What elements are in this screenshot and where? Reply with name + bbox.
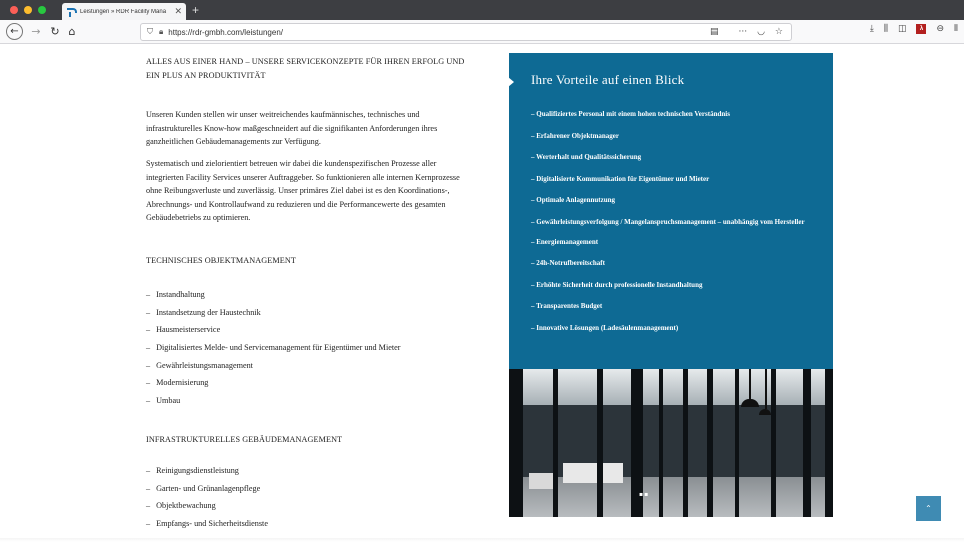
new-tab-button[interactable]: + bbox=[192, 3, 199, 17]
advantage-item: – Erhöhte Sicherheit durch professionell… bbox=[531, 280, 703, 289]
advantage-item: – Energiemanagement bbox=[531, 237, 599, 246]
page-content: ALLES AUS EINER HAND – UNSERE SERVICEKON… bbox=[0, 45, 964, 542]
intro-paragraph: Unseren Kunden stellen wir unser weitrei… bbox=[146, 110, 438, 146]
advantage-item: – Transparentes Budget bbox=[531, 302, 603, 310]
advantage-item: – Optimale Anlagennutzung bbox=[531, 196, 616, 204]
list-item: – Instandsetzung der Haustechnik bbox=[146, 307, 261, 317]
address-bar[interactable]: ⛉ 🔒︎ https://rdr-gmbh.com/leistungen/ ▤ … bbox=[140, 23, 792, 41]
list-item: – Reinigungsdienstleistung bbox=[146, 466, 239, 475]
sidebar-icon[interactable]: ◫ bbox=[898, 24, 907, 34]
chevron-up-icon: ⌃ bbox=[925, 504, 932, 513]
tab-close-icon[interactable]: ✕ bbox=[174, 6, 182, 17]
maximize-window-button[interactable] bbox=[38, 6, 46, 14]
office-hallway-image: ▪▪ bbox=[509, 369, 833, 517]
scroll-to-top-button[interactable]: ⌃ bbox=[916, 496, 941, 521]
tab-title: Leistungen » RDR Facility Mana bbox=[80, 8, 167, 15]
infrastructure-management-heading: INFRASTRUKTURELLES GEBÄUDEMANAGEMENT bbox=[146, 435, 343, 444]
advantages-list: – Qualifiziertes Personal mit einem hohe… bbox=[531, 109, 821, 344]
library-icon[interactable]: ⫼ bbox=[884, 24, 888, 34]
advantage-item: – Digitalisierte Kommunikation für Eigen… bbox=[531, 174, 710, 183]
advantages-title: Ihre Vorteile auf einen Blick bbox=[531, 72, 685, 87]
list-item: – Objektbewachung bbox=[146, 501, 216, 511]
list-item: – Gewährleistungsmanagement bbox=[146, 360, 253, 370]
advantage-item: – Erfahrener Objektmanager bbox=[531, 131, 620, 140]
url-text[interactable]: https://rdr-gmbh.com/leistungen/ bbox=[168, 28, 710, 37]
list-item: – Hausmeisterservice bbox=[146, 325, 221, 335]
list-item: – Digitalisiertes Melde- und Servicemanag… bbox=[146, 343, 401, 353]
download-icon[interactable]: ⤓ bbox=[870, 24, 874, 34]
bookmark-star-icon[interactable]: ☆ bbox=[775, 27, 783, 37]
advantage-item: – Gewährleistungsverfolgung / Mangelansp… bbox=[531, 217, 805, 226]
arrow-marker-icon bbox=[508, 77, 514, 87]
shield-icon[interactable]: ⛉ bbox=[147, 27, 153, 37]
advantage-item: – Werterhalt und Qualitätssicherung bbox=[531, 153, 642, 161]
lock-icon[interactable]: 🔒︎ bbox=[159, 27, 163, 37]
forward-icon[interactable]: → bbox=[30, 23, 42, 40]
advantage-item: – 24h-Notrufbereitschaft bbox=[531, 259, 605, 267]
extensions-icon[interactable]: ⦀ bbox=[954, 24, 958, 34]
reload-icon[interactable]: ↻ bbox=[49, 23, 61, 40]
browser-tab-bar: Leistungen » RDR Facility Mana ✕ + bbox=[0, 0, 964, 20]
intro-heading: ALLES AUS EINER HAND – UNSERE SERVICEKON… bbox=[146, 57, 465, 80]
minimize-window-button[interactable] bbox=[24, 6, 32, 14]
technical-management-heading: TECHNISCHES OBJEKTMANAGEMENT bbox=[146, 256, 296, 265]
list-item: – Garten- und Grünanlagenpflege bbox=[146, 483, 261, 493]
advantage-item: – Innovative Lösungen (Ladesäulenmanagem… bbox=[531, 323, 679, 332]
page-actions-icon[interactable]: ··· bbox=[738, 27, 747, 37]
browser-nav-bar: ← → ↻ ⌂ ⛉ 🔒︎ https://rdr-gmbh.com/leistu… bbox=[0, 20, 964, 44]
browser-tab[interactable]: Leistungen » RDR Facility Mana ✕ bbox=[62, 3, 186, 20]
account-icon[interactable]: ⊖ bbox=[936, 24, 944, 34]
pocket-icon[interactable]: ◡ bbox=[757, 27, 765, 37]
rdr-logo-icon bbox=[66, 7, 77, 17]
list-item: – Empfangs- und Sicherheitsdienste bbox=[146, 519, 268, 529]
close-window-button[interactable] bbox=[10, 6, 18, 14]
reader-icon[interactable]: ▤ bbox=[710, 27, 719, 37]
list-item: – Umbau bbox=[146, 396, 181, 406]
back-icon[interactable]: ← bbox=[6, 23, 23, 40]
process-paragraph: Systematisch und zielorientiert betreuen… bbox=[146, 159, 460, 222]
infrastructure-services-list: – Reinigungsdienstleistung – Garten- und G… bbox=[146, 464, 268, 535]
slider-dots[interactable]: ▪▪ bbox=[639, 491, 649, 498]
technical-services-list: – Instandhaltung – Instandsetzung der Haus… bbox=[146, 288, 401, 412]
advantage-item: – Qualifiziertes Personal mit einem hohe… bbox=[531, 110, 730, 118]
pdf-icon[interactable]: λ bbox=[916, 24, 927, 34]
list-item: – Instandhaltung bbox=[146, 290, 205, 299]
list-item: – Modernisierung bbox=[146, 378, 209, 388]
advantages-box: Ihre Vorteile auf einen Blick – Qualifiz… bbox=[508, 53, 833, 369]
home-icon[interactable]: ⌂ bbox=[66, 23, 78, 40]
